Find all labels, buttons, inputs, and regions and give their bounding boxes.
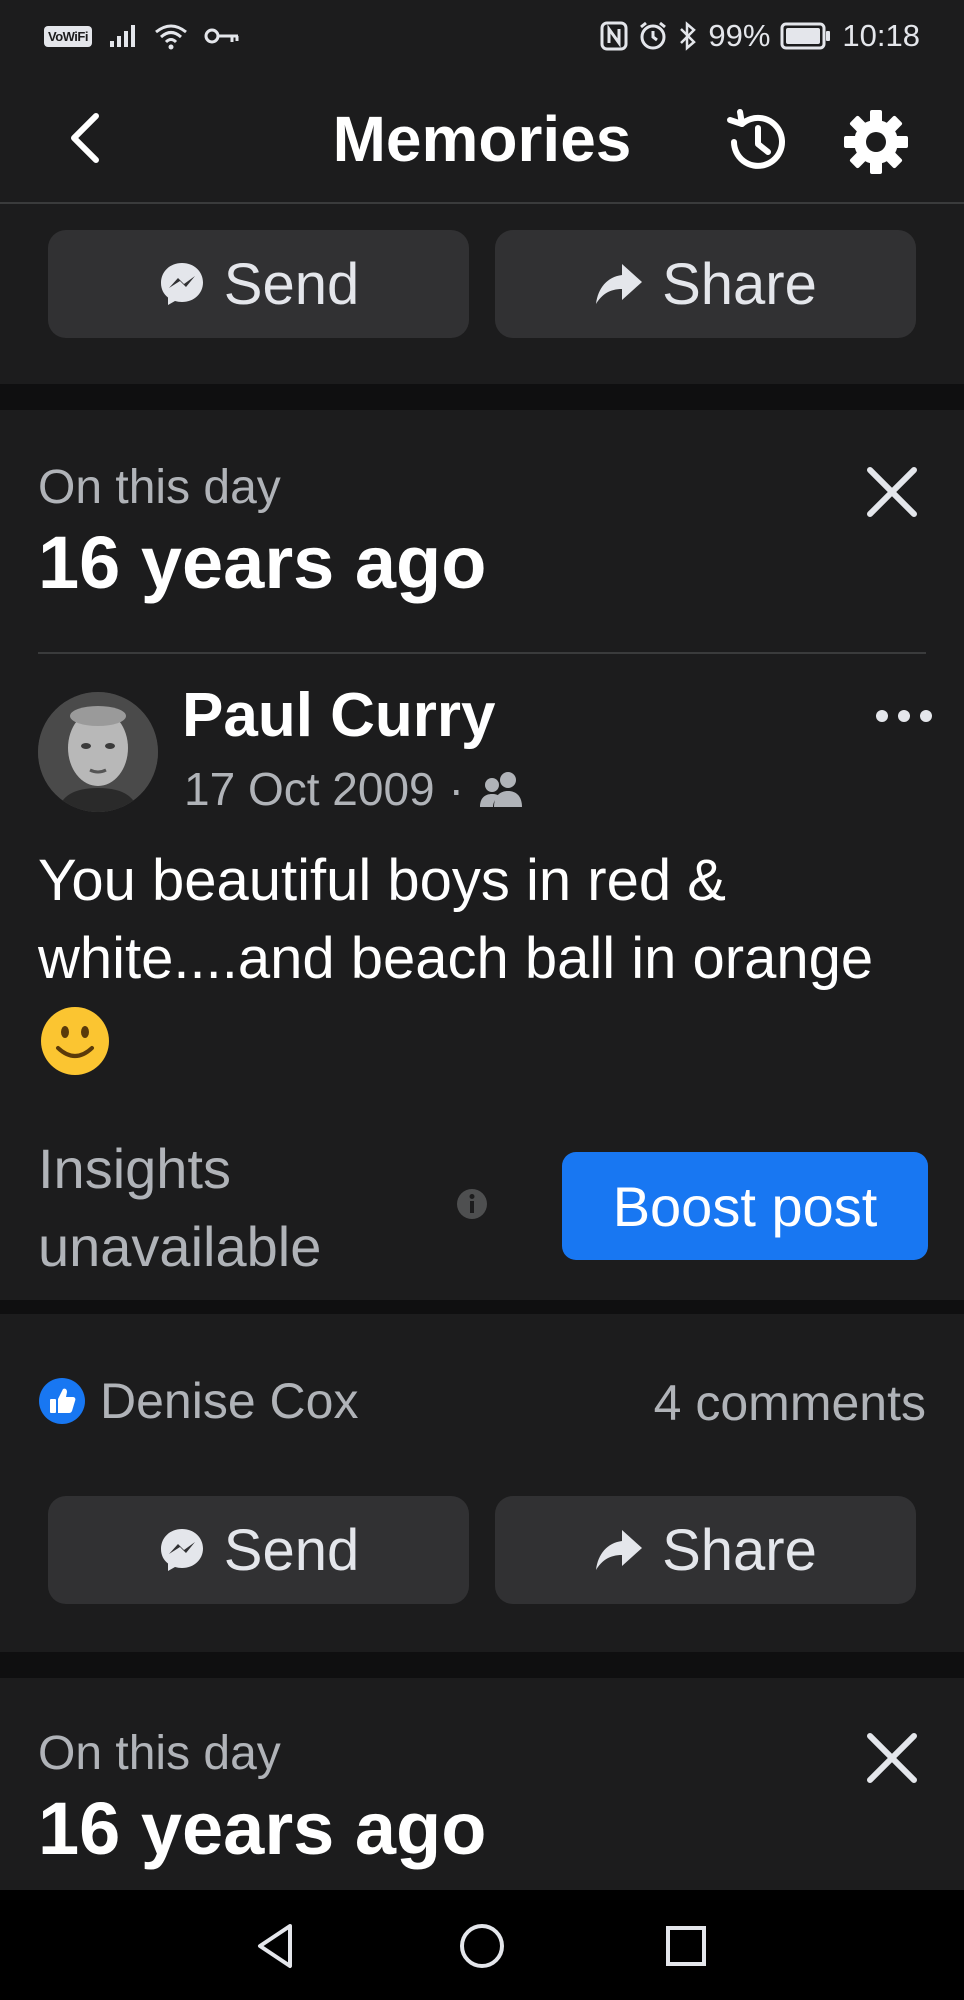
- share-arrow-icon: [596, 1530, 643, 1570]
- vowifi-badge: VoWiFi: [44, 25, 92, 47]
- system-nav-bar: [0, 1890, 964, 2000]
- send-button[interactable]: Send: [48, 230, 469, 338]
- section-divider: [0, 1652, 964, 1678]
- nav-recents-icon[interactable]: [656, 1916, 716, 1976]
- reactions-summary[interactable]: Denise Cox: [38, 1372, 358, 1430]
- page-title: Memories: [332, 103, 632, 175]
- friends-audience-icon: [479, 772, 522, 807]
- messenger-icon: [160, 263, 203, 305]
- vpn-key-icon: [204, 28, 239, 44]
- send-label: Send: [223, 251, 360, 317]
- avatar[interactable]: [38, 692, 158, 812]
- boost-post-button[interactable]: Boost post: [562, 1152, 928, 1260]
- post-action-row: Send Share: [48, 1496, 916, 1604]
- reactor-name: Denise Cox: [100, 1373, 359, 1429]
- post-meta: 17 Oct 2009 ·: [184, 762, 526, 816]
- post-author[interactable]: Paul Curry: [182, 680, 496, 751]
- battery-icon: [780, 22, 831, 50]
- close-icon[interactable]: [862, 1728, 922, 1788]
- years-ago-heading: 16 years ago: [38, 521, 487, 604]
- status-bar-right: 99% 10:18: [600, 18, 920, 54]
- share-button[interactable]: Share: [495, 230, 916, 338]
- smiley-emoji-icon: [41, 1006, 109, 1075]
- wifi-icon: [155, 24, 187, 50]
- section-divider: [0, 1300, 964, 1314]
- post-text: You beautiful boys in red & white....and…: [38, 842, 918, 1078]
- clock: 10:18: [842, 18, 920, 53]
- status-bar: VoWiFi 99% 10:18: [0, 0, 964, 72]
- battery-percent: 99%: [708, 18, 771, 53]
- app-bar: Memories: [0, 72, 964, 204]
- status-bar-left: VoWiFi: [44, 20, 240, 52]
- history-icon[interactable]: [720, 106, 792, 178]
- bluetooth-icon: [680, 21, 697, 51]
- card-divider: [38, 652, 926, 654]
- section-divider: [0, 384, 964, 410]
- alarm-icon: [640, 21, 667, 50]
- insights-status: Insights unavailable: [38, 1137, 322, 1278]
- more-icon[interactable]: [872, 696, 936, 736]
- memory-label: On this day: [38, 1727, 281, 1780]
- send-label: Send: [223, 1517, 360, 1583]
- avatar-photo: [38, 692, 158, 812]
- share-label: Share: [662, 1517, 817, 1583]
- close-icon[interactable]: [862, 462, 922, 522]
- share-label: Share: [662, 251, 817, 317]
- nfc-icon: [600, 21, 628, 51]
- messenger-icon: [160, 1529, 203, 1571]
- post-body: You beautiful boys in red & white....and…: [38, 848, 874, 991]
- nav-home-icon[interactable]: [452, 1916, 512, 1976]
- gear-icon[interactable]: [840, 106, 912, 178]
- share-button[interactable]: Share: [495, 1496, 916, 1604]
- years-ago-heading: 16 years ago: [38, 1787, 487, 1870]
- share-arrow-icon: [596, 264, 643, 304]
- info-icon[interactable]: [456, 1188, 488, 1220]
- post-date[interactable]: 17 Oct 2009: [184, 762, 435, 816]
- like-icon: [39, 1378, 85, 1424]
- memory-label: On this day: [38, 461, 281, 514]
- comments-count[interactable]: 4 comments: [654, 1374, 926, 1432]
- nav-back-icon[interactable]: [246, 1916, 306, 1976]
- send-button[interactable]: Send: [48, 1496, 469, 1604]
- signal-icon: [109, 25, 135, 47]
- meta-separator: ·: [448, 763, 464, 815]
- top-action-row: Send Share: [48, 230, 916, 338]
